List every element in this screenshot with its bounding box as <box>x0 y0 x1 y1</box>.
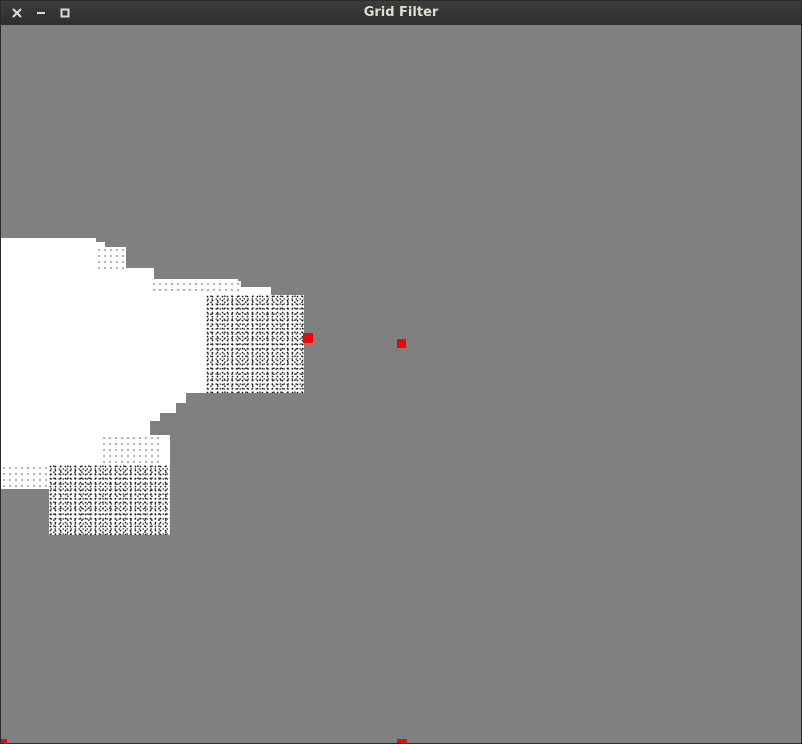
app-window: Grid Filter <box>0 0 802 744</box>
particle-marker <box>303 333 313 343</box>
particle-marker <box>397 739 407 743</box>
particle-marker <box>1 739 7 743</box>
grid-noise <box>96 247 126 269</box>
grid-noise <box>206 295 304 393</box>
grid-noise <box>101 435 161 465</box>
particle-marker <box>397 339 406 348</box>
grid-canvas[interactable] <box>1 25 801 743</box>
grid-noise <box>151 281 241 295</box>
grid-region <box>1 238 96 488</box>
window-title: Grid Filter <box>363 5 439 20</box>
grid-noise <box>49 465 170 535</box>
title-bar[interactable]: Grid Filter <box>1 1 801 26</box>
